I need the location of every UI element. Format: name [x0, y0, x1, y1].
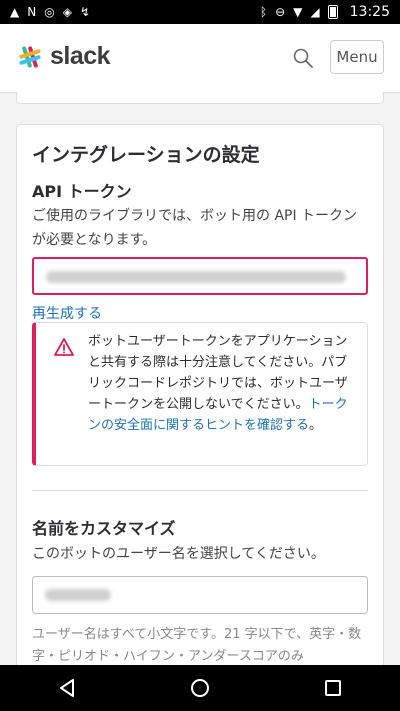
slack-logo[interactable]: slack	[16, 42, 111, 71]
previous-card-edge	[16, 92, 384, 104]
wifi-icon: ▼	[293, 5, 303, 19]
status-bar: ▲ N ◎ ◈ ↯ ᛒ ⊖ ▼ ◢ 13:25	[0, 0, 400, 24]
minus-circle-icon: ⊖	[275, 5, 286, 19]
slack-logo-icon	[19, 45, 41, 68]
notification-icon: ▲	[10, 5, 20, 19]
home-button[interactable]	[186, 674, 214, 702]
back-triangle-icon	[59, 679, 74, 697]
recents-square-icon	[325, 680, 342, 696]
back-button[interactable]	[53, 674, 81, 702]
download-icon: ↯	[79, 5, 90, 19]
api-token-description: ご使用のライブラリでは、ボット用の API トークンが必要となります。	[32, 208, 358, 248]
warning-suffix: 。	[309, 418, 323, 433]
n-app-icon: N	[27, 5, 37, 19]
customize-name-heading: 名前をカスタマイズ	[32, 519, 176, 538]
page-title: インテグレーションの設定	[32, 144, 260, 166]
warning-box: ボットユーザートークンをアプリケーションと共有する際は十分注意してください。パブ…	[32, 322, 368, 466]
status-time: 13:25	[349, 4, 390, 20]
regenerate-link[interactable]: 再生成する	[32, 303, 102, 323]
bluetooth-icon: ᛒ	[259, 5, 268, 19]
menu-button[interactable]: Menu	[330, 40, 384, 74]
username-rules-text: ユーザー名はすべて小文字です。21 字以下で、英字・数字・ピリオド・ハイフン・ア…	[32, 627, 362, 664]
recents-button[interactable]	[319, 674, 347, 702]
section-divider	[32, 490, 368, 491]
name-description: このボットのユーザー名を選択してください。	[32, 546, 325, 562]
battery-icon	[327, 5, 338, 19]
shield-icon: ◈	[62, 5, 72, 19]
signal-icon: ◢	[310, 5, 320, 19]
username-value-redacted	[45, 589, 111, 601]
username-input[interactable]	[32, 576, 368, 614]
home-circle-icon	[190, 679, 209, 697]
search-icon[interactable]	[292, 47, 314, 69]
logo-text: slack	[50, 42, 111, 70]
api-token-heading: API トークン	[32, 182, 132, 201]
api-token-value-redacted	[46, 271, 346, 283]
warning-text: ボットユーザートークンをアプリケーションと共有する際は十分注意してください。パブ…	[88, 331, 358, 436]
app-header: slack Menu	[0, 24, 400, 92]
sync-icon: ◎	[44, 5, 55, 19]
api-token-input[interactable]	[32, 257, 368, 295]
system-nav-bar	[0, 665, 400, 711]
warning-icon	[54, 338, 74, 356]
